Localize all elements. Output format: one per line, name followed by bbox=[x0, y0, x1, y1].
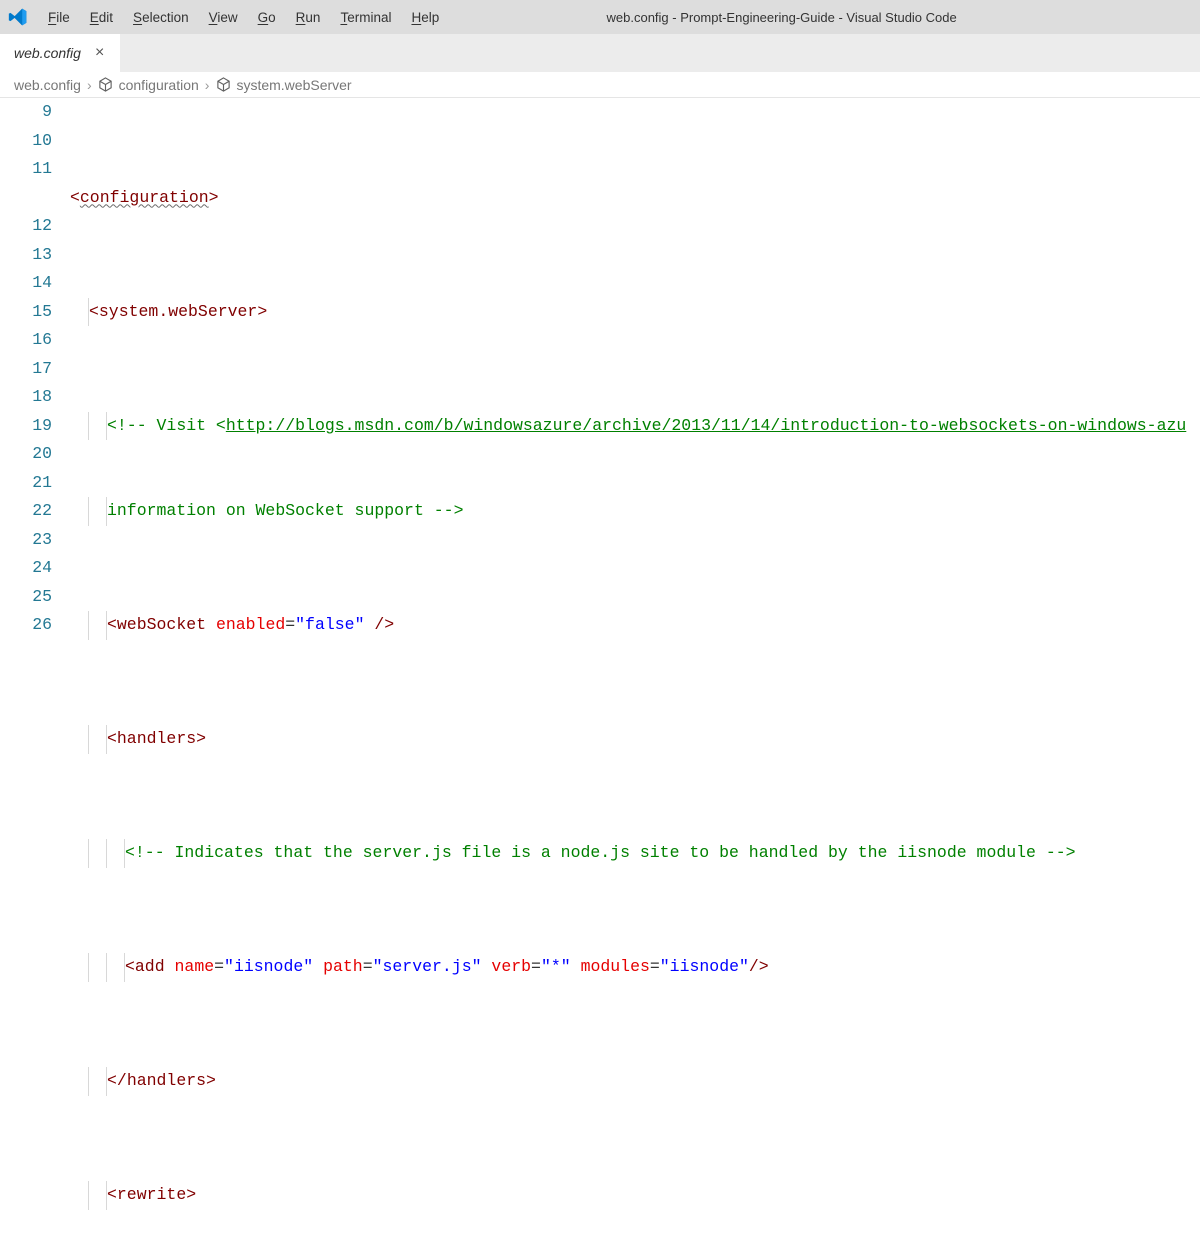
menu-bar: File Edit Selection View Go Run Terminal… bbox=[38, 6, 449, 29]
code-area[interactable]: <configuration> <system.webServer> <!-- … bbox=[70, 98, 1200, 1260]
menu-selection[interactable]: Selection bbox=[123, 6, 199, 29]
vscode-logo-icon bbox=[6, 5, 30, 29]
menu-run[interactable]: Run bbox=[286, 6, 331, 29]
breadcrumb-systemwebserver[interactable]: system.webServer bbox=[215, 77, 351, 93]
breadcrumb-file[interactable]: web.config bbox=[14, 77, 81, 93]
title-bar: File Edit Selection View Go Run Terminal… bbox=[0, 0, 1200, 34]
menu-view[interactable]: View bbox=[199, 6, 248, 29]
chevron-right-icon: › bbox=[205, 77, 210, 93]
menu-terminal[interactable]: Terminal bbox=[330, 6, 401, 29]
symbol-namespace-icon bbox=[215, 77, 231, 93]
window-title: web.config - Prompt-Engineering-Guide - … bbox=[449, 10, 1194, 25]
breadcrumb-configuration[interactable]: configuration bbox=[98, 77, 199, 93]
symbol-namespace-icon bbox=[98, 77, 114, 93]
editor[interactable]: 91011 121314151617181920212223242526 <co… bbox=[0, 98, 1200, 1260]
tab-webconfig[interactable]: web.config × bbox=[0, 34, 120, 72]
chevron-right-icon: › bbox=[87, 77, 92, 93]
menu-help[interactable]: Help bbox=[401, 6, 449, 29]
menu-file[interactable]: File bbox=[38, 6, 80, 29]
menu-go[interactable]: Go bbox=[248, 6, 286, 29]
line-number-gutter: 91011 121314151617181920212223242526 bbox=[0, 98, 70, 1260]
tab-label: web.config bbox=[14, 45, 81, 61]
code-line: <configuration> bbox=[70, 184, 1200, 213]
close-icon[interactable]: × bbox=[93, 44, 106, 62]
tab-bar: web.config × bbox=[0, 34, 1200, 72]
menu-edit[interactable]: Edit bbox=[80, 6, 123, 29]
breadcrumb: web.config › configuration › system.webS… bbox=[0, 72, 1200, 98]
